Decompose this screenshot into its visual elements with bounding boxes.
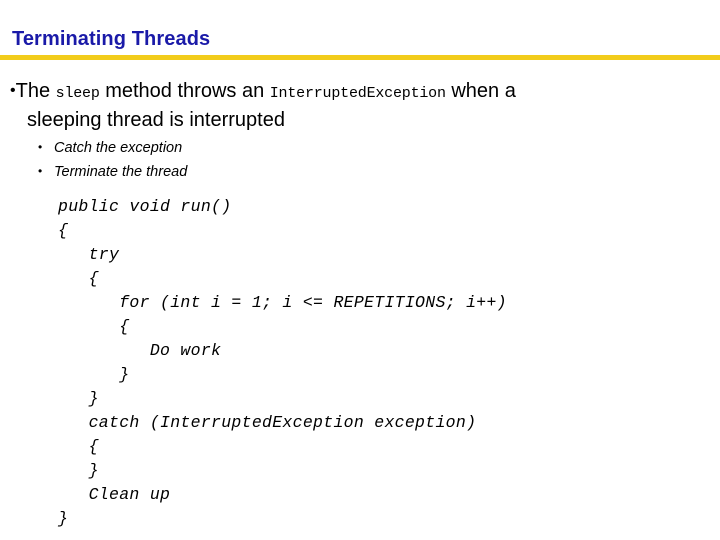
list-item: • Catch the exception: [38, 136, 638, 160]
main-bullet-group: •The sleep method throws an InterruptedE…: [10, 77, 710, 134]
code-line: Do work: [58, 341, 222, 360]
main-bullet-code-exception: InterruptedException: [269, 85, 446, 102]
bullet-dot-icon: •: [38, 140, 43, 154]
code-line: {: [58, 437, 99, 456]
code-line: try: [58, 245, 120, 264]
code-line: public void run(): [58, 197, 232, 216]
code-line: for (int i = 1; i <= REPETITIONS; i++): [58, 293, 507, 312]
code-line: catch (InterruptedException exception): [58, 413, 477, 432]
code-line: }: [58, 509, 69, 528]
list-item: • Terminate the thread: [38, 160, 638, 184]
code-line: }: [58, 389, 99, 408]
code-line: {: [58, 317, 130, 336]
main-bullet-text-2: method throws an: [99, 80, 270, 102]
sub-bullet-list: • Catch the exception • Terminate the thre…: [38, 136, 638, 184]
code-block: public void run() { try { for (int i = 1;…: [58, 195, 507, 531]
title-divider-rule: [0, 55, 720, 60]
code-line: }: [58, 461, 99, 480]
sub-bullet-label: Terminate the thread: [54, 164, 188, 180]
bullet-dot-icon: •: [38, 164, 43, 178]
page-title: Terminating Threads: [12, 28, 211, 50]
code-line: Clean up: [58, 485, 171, 504]
main-bullet-text-1: The: [15, 80, 56, 102]
main-bullet-text-3: when a: [445, 80, 516, 102]
sub-bullet-label: Catch the exception: [54, 140, 183, 156]
main-bullet-line: •The sleep method throws an InterruptedE…: [10, 77, 710, 134]
main-bullet-line-2: sleeping thread is interrupted: [27, 109, 285, 131]
main-bullet-code-sleep: sleep: [55, 85, 100, 102]
code-line: {: [58, 269, 99, 288]
code-line: {: [58, 221, 69, 240]
code-line: }: [58, 365, 130, 384]
